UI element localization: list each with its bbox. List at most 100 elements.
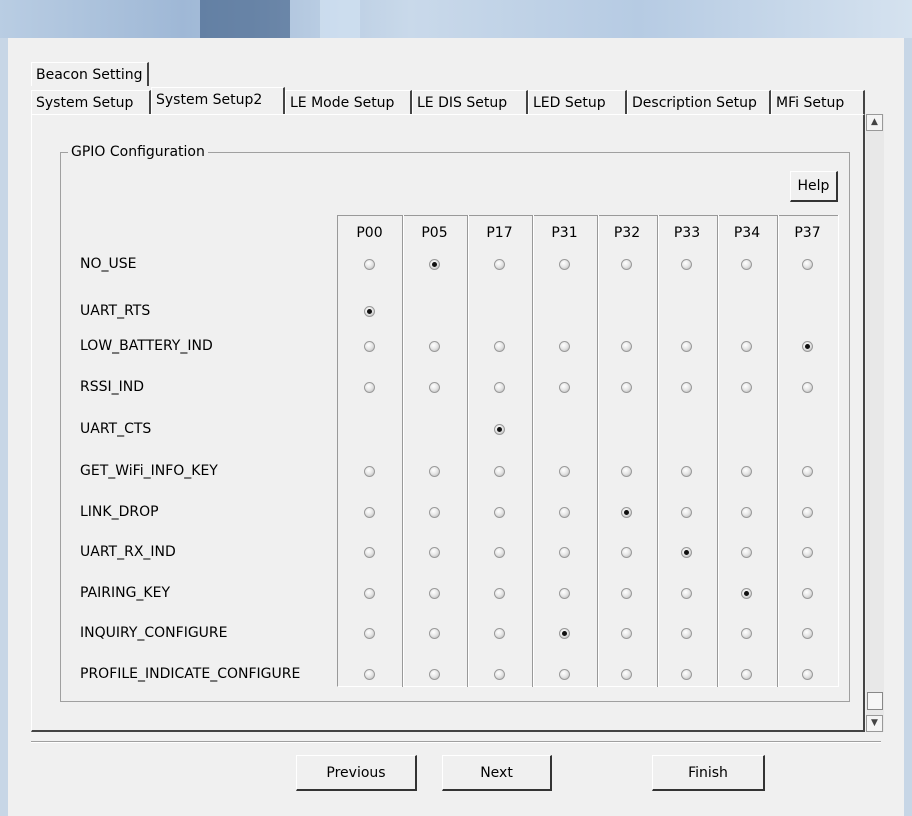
radio-rssi-ind-p17[interactable] [493, 382, 505, 393]
row-label: PROFILE_INDICATE_CONFIGURE [80, 666, 301, 682]
grid-column-divider-highlight [718, 215, 719, 687]
radio-link-drop-p32[interactable] [621, 507, 632, 518]
radio-get-wifi-info-key-p00[interactable] [363, 466, 375, 477]
radio-low-battery-ind-p31[interactable] [558, 341, 570, 352]
tab-system-setup[interactable]: System Setup [31, 90, 151, 114]
radio-pairing-key-p17[interactable] [493, 588, 505, 599]
previous-button[interactable]: Previous [296, 755, 417, 791]
radio-no-use-p32[interactable] [621, 259, 632, 270]
radio-rssi-ind-p34[interactable] [741, 382, 752, 393]
radio-inquiry-configure-p00[interactable] [363, 628, 375, 639]
radio-no-use-p37[interactable] [801, 259, 813, 270]
radio-pairing-key-p31[interactable] [558, 588, 570, 599]
radio-get-wifi-info-key-p33[interactable] [681, 466, 692, 477]
radio-pairing-key-p37[interactable] [801, 588, 813, 599]
radio-inquiry-configure-p33[interactable] [681, 628, 692, 639]
radio-profile-indicate-configure-p34[interactable] [741, 669, 752, 680]
next-button[interactable]: Next [442, 755, 552, 791]
grid-right-edge [838, 215, 839, 687]
radio-inquiry-configure-p37[interactable] [801, 628, 813, 639]
radio-no-use-p31[interactable] [558, 259, 570, 270]
tab-mfi-setup[interactable]: MFi Setup [771, 90, 865, 114]
radio-uart-rx-ind-p00[interactable] [363, 547, 375, 558]
radio-uart-rx-ind-p34[interactable] [741, 547, 752, 558]
column-header-p34: P34 [733, 225, 761, 241]
tab-description-setup[interactable]: Description Setup [627, 90, 771, 114]
radio-get-wifi-info-key-p17[interactable] [493, 466, 505, 477]
radio-uart-cts-p17[interactable] [493, 424, 505, 435]
tab-le-dis-setup[interactable]: LE DIS Setup [412, 90, 528, 114]
radio-inquiry-configure-p31[interactable] [558, 628, 570, 639]
radio-no-use-p34[interactable] [741, 259, 752, 270]
scrollbar-thumb[interactable] [867, 692, 883, 710]
radio-rssi-ind-p05[interactable] [428, 382, 440, 393]
radio-uart-rx-ind-p17[interactable] [493, 547, 505, 558]
radio-low-battery-ind-p05[interactable] [428, 341, 440, 352]
radio-inquiry-configure-p17[interactable] [493, 628, 505, 639]
radio-uart-rx-ind-p37[interactable] [801, 547, 813, 558]
radio-low-battery-ind-p37[interactable] [801, 341, 813, 352]
radio-rssi-ind-p31[interactable] [558, 382, 570, 393]
radio-inquiry-configure-p34[interactable] [741, 628, 752, 639]
radio-profile-indicate-configure-p00[interactable] [363, 669, 375, 680]
scroll-down-arrow-icon[interactable]: ▼ [866, 715, 883, 732]
radio-link-drop-p37[interactable] [801, 507, 813, 518]
radio-profile-indicate-configure-p05[interactable] [428, 669, 440, 680]
radio-rssi-ind-p32[interactable] [621, 382, 632, 393]
radio-get-wifi-info-key-p37[interactable] [801, 466, 813, 477]
radio-profile-indicate-configure-p33[interactable] [681, 669, 692, 680]
row-label: GET_WiFi_INFO_KEY [80, 463, 218, 479]
radio-inquiry-configure-p32[interactable] [621, 628, 632, 639]
radio-pairing-key-p32[interactable] [621, 588, 632, 599]
tab-le-mode-setup[interactable]: LE Mode Setup [285, 90, 412, 114]
radio-link-drop-p31[interactable] [558, 507, 570, 518]
radio-link-drop-p34[interactable] [741, 507, 752, 518]
radio-pairing-key-p00[interactable] [363, 588, 375, 599]
radio-get-wifi-info-key-p32[interactable] [621, 466, 632, 477]
radio-no-use-p00[interactable] [363, 259, 375, 270]
radio-uart-rx-ind-p32[interactable] [621, 547, 632, 558]
radio-low-battery-ind-p32[interactable] [621, 341, 632, 352]
radio-uart-rx-ind-p05[interactable] [428, 547, 440, 558]
radio-pairing-key-p34[interactable] [741, 588, 752, 599]
radio-get-wifi-info-key-p05[interactable] [428, 466, 440, 477]
radio-pairing-key-p05[interactable] [428, 588, 440, 599]
vertical-scrollbar[interactable]: ▲ ▼ [866, 114, 884, 732]
tab-led-setup[interactable]: LED Setup [528, 90, 627, 114]
help-button[interactable]: Help [790, 171, 838, 202]
radio-no-use-p33[interactable] [681, 259, 692, 270]
grid-column-divider-highlight [468, 215, 469, 687]
radio-rssi-ind-p33[interactable] [681, 382, 692, 393]
tab-system-setup2[interactable]: System Setup2 [151, 87, 285, 114]
radio-get-wifi-info-key-p34[interactable] [741, 466, 752, 477]
radio-profile-indicate-configure-p32[interactable] [621, 669, 632, 680]
finish-button[interactable]: Finish [652, 755, 765, 791]
radio-no-use-p05[interactable] [428, 259, 440, 270]
separator-line-highlight [31, 742, 881, 743]
radio-no-use-p17[interactable] [493, 259, 505, 270]
radio-uart-rx-ind-p33[interactable] [681, 547, 692, 558]
radio-low-battery-ind-p17[interactable] [493, 341, 505, 352]
column-header-p33: P33 [673, 225, 701, 241]
radio-low-battery-ind-p34[interactable] [741, 341, 752, 352]
radio-low-battery-ind-p00[interactable] [363, 341, 375, 352]
radio-profile-indicate-configure-p31[interactable] [558, 669, 570, 680]
tab-beacon-setting[interactable]: Beacon Setting [31, 62, 149, 86]
radio-rssi-ind-p37[interactable] [801, 382, 813, 393]
scroll-up-arrow-icon[interactable]: ▲ [866, 114, 883, 131]
radio-rssi-ind-p00[interactable] [363, 382, 375, 393]
radio-get-wifi-info-key-p31[interactable] [558, 466, 570, 477]
radio-uart-rx-ind-p31[interactable] [558, 547, 570, 558]
radio-uart-rts-p00[interactable] [363, 306, 375, 317]
row-label: UART_CTS [80, 421, 152, 437]
radio-profile-indicate-configure-p37[interactable] [801, 669, 813, 680]
radio-link-drop-p05[interactable] [428, 507, 440, 518]
radio-low-battery-ind-p33[interactable] [681, 341, 692, 352]
radio-pairing-key-p33[interactable] [681, 588, 692, 599]
radio-profile-indicate-configure-p17[interactable] [493, 669, 505, 680]
radio-link-drop-p00[interactable] [363, 507, 375, 518]
radio-inquiry-configure-p05[interactable] [428, 628, 440, 639]
radio-link-drop-p33[interactable] [681, 507, 692, 518]
radio-link-drop-p17[interactable] [493, 507, 505, 518]
grid-column-divider-highlight [403, 215, 404, 687]
